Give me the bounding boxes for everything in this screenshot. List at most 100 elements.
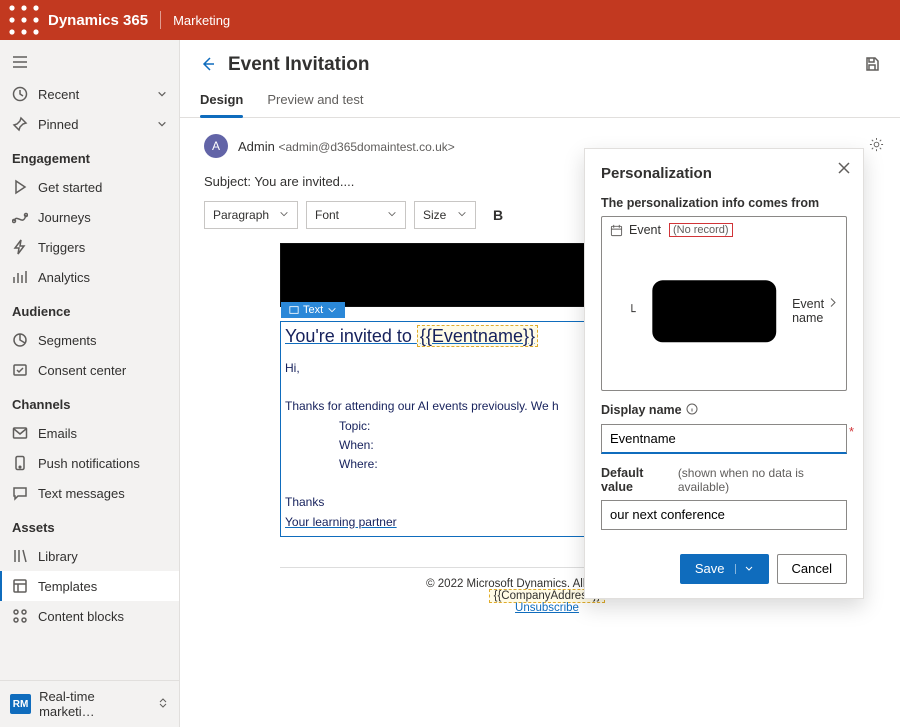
divider <box>160 11 161 29</box>
consent-icon <box>12 362 28 378</box>
gear-icon[interactable] <box>869 137 884 155</box>
tabs: Design Preview and test <box>180 84 900 118</box>
close-button[interactable] <box>837 161 851 178</box>
group-engagement: Engagement <box>0 139 179 172</box>
personalization-panel: Personalization The personalization info… <box>584 148 864 599</box>
sidebar-text-messages[interactable]: Text messages <box>0 478 179 508</box>
default-label: Default value (shown when no data is ava… <box>601 466 847 494</box>
nav-label: Segments <box>38 333 97 348</box>
chevron-down-icon <box>157 87 167 102</box>
segments-icon <box>12 332 28 348</box>
chevron-down-icon <box>457 208 467 222</box>
blocks-icon <box>12 608 28 624</box>
main-content: Event Invitation Design Preview and test… <box>180 40 900 727</box>
tab-preview[interactable]: Preview and test <box>267 84 363 117</box>
sidebar-pinned[interactable]: Pinned <box>0 109 179 139</box>
chevron-down-icon <box>157 117 167 132</box>
nav-label: Push notifications <box>38 456 140 471</box>
play-icon <box>12 179 28 195</box>
hamburger-icon[interactable] <box>0 48 179 79</box>
from-name: Admin <admin@d365domaintest.co.uk> <box>238 139 455 154</box>
subject-label: Subject: <box>204 174 251 189</box>
nav-label: Library <box>38 549 78 564</box>
nav-label: Journeys <box>38 210 91 225</box>
updown-icon <box>157 697 169 712</box>
app-launcher-icon[interactable] <box>8 4 40 36</box>
push-icon <box>12 455 28 471</box>
sidebar-push[interactable]: Push notifications <box>0 448 179 478</box>
sidebar-segments[interactable]: Segments <box>0 325 179 355</box>
paragraph-select[interactable]: Paragraph <box>204 201 298 229</box>
sidebar-templates[interactable]: Templates <box>0 571 179 601</box>
journey-icon <box>12 209 28 225</box>
sidebar-get-started[interactable]: Get started <box>0 172 179 202</box>
sidebar-consent[interactable]: Consent center <box>0 355 179 385</box>
product-name: Dynamics 365 <box>48 12 148 29</box>
nav-label: Triggers <box>38 240 85 255</box>
nav-label: Templates <box>38 579 97 594</box>
source-picker[interactable]: Event (No record) └ Event name <box>601 216 847 391</box>
page-header: Event Invitation <box>180 40 900 84</box>
block-badge[interactable]: Text <box>281 302 345 318</box>
sidebar-content-blocks[interactable]: Content blocks <box>0 601 179 631</box>
bold-button[interactable]: B <box>484 201 512 229</box>
nav-label: Consent center <box>38 363 126 378</box>
panel-title: Personalization <box>601 165 847 182</box>
calendar-icon <box>610 224 623 237</box>
chat-icon <box>12 485 28 501</box>
nav-label: Recent <box>38 87 79 102</box>
sidebar: Recent Pinned Engagement Get started Jou… <box>0 40 180 727</box>
chevron-right-icon <box>828 296 838 311</box>
pin-icon <box>12 116 28 132</box>
nav-label: Emails <box>38 426 77 441</box>
field-icon <box>642 239 787 384</box>
nav-label: Content blocks <box>38 609 124 624</box>
back-button[interactable] <box>200 56 216 75</box>
group-audience: Audience <box>0 292 179 325</box>
top-nav: Dynamics 365 Marketing <box>0 0 900 40</box>
save-icon[interactable] <box>864 56 880 75</box>
default-input[interactable] <box>601 500 847 530</box>
font-select[interactable]: Font <box>306 201 406 229</box>
cancel-button[interactable]: Cancel <box>777 554 847 584</box>
unsubscribe-link[interactable]: Unsubscribe <box>515 602 579 614</box>
chart-icon <box>12 269 28 285</box>
app-name: Marketing <box>173 13 230 28</box>
chevron-down-icon <box>279 208 289 222</box>
sidebar-emails[interactable]: Emails <box>0 418 179 448</box>
nav-label: Get started <box>38 180 102 195</box>
mail-icon <box>12 425 28 441</box>
info-icon[interactable] <box>686 403 698 418</box>
nav-label: Analytics <box>38 270 90 285</box>
sidebar-recent[interactable]: Recent <box>0 79 179 109</box>
bolt-icon <box>12 239 28 255</box>
nav-label: Text messages <box>38 486 125 501</box>
area-label: Real-time marketi… <box>39 689 149 719</box>
token-eventname[interactable]: {{Eventname}} <box>417 325 538 347</box>
sidebar-journeys[interactable]: Journeys <box>0 202 179 232</box>
library-icon <box>12 548 28 564</box>
avatar: A <box>204 134 228 158</box>
displayname-label: Display name <box>601 403 847 418</box>
group-channels: Channels <box>0 385 179 418</box>
save-split[interactable] <box>735 564 754 574</box>
displayname-input[interactable] <box>601 424 847 454</box>
text-icon <box>289 305 299 315</box>
size-select[interactable]: Size <box>414 201 476 229</box>
no-record-badge: (No record) <box>669 223 733 237</box>
template-icon <box>12 578 28 594</box>
required-indicator: * <box>849 424 854 439</box>
sidebar-analytics[interactable]: Analytics <box>0 262 179 292</box>
nav-label: Pinned <box>38 117 78 132</box>
tab-design[interactable]: Design <box>200 84 243 117</box>
source-label: The personalization info comes from <box>601 196 847 210</box>
clock-icon <box>12 86 28 102</box>
save-button[interactable]: Save <box>680 554 769 584</box>
sidebar-triggers[interactable]: Triggers <box>0 232 179 262</box>
subject-value: You are invited.... <box>254 174 354 189</box>
chevron-down-icon <box>387 208 397 222</box>
group-assets: Assets <box>0 508 179 541</box>
sidebar-library[interactable]: Library <box>0 541 179 571</box>
area-switcher[interactable]: RM Real-time marketi… <box>0 680 179 727</box>
page-title: Event Invitation <box>228 54 369 76</box>
